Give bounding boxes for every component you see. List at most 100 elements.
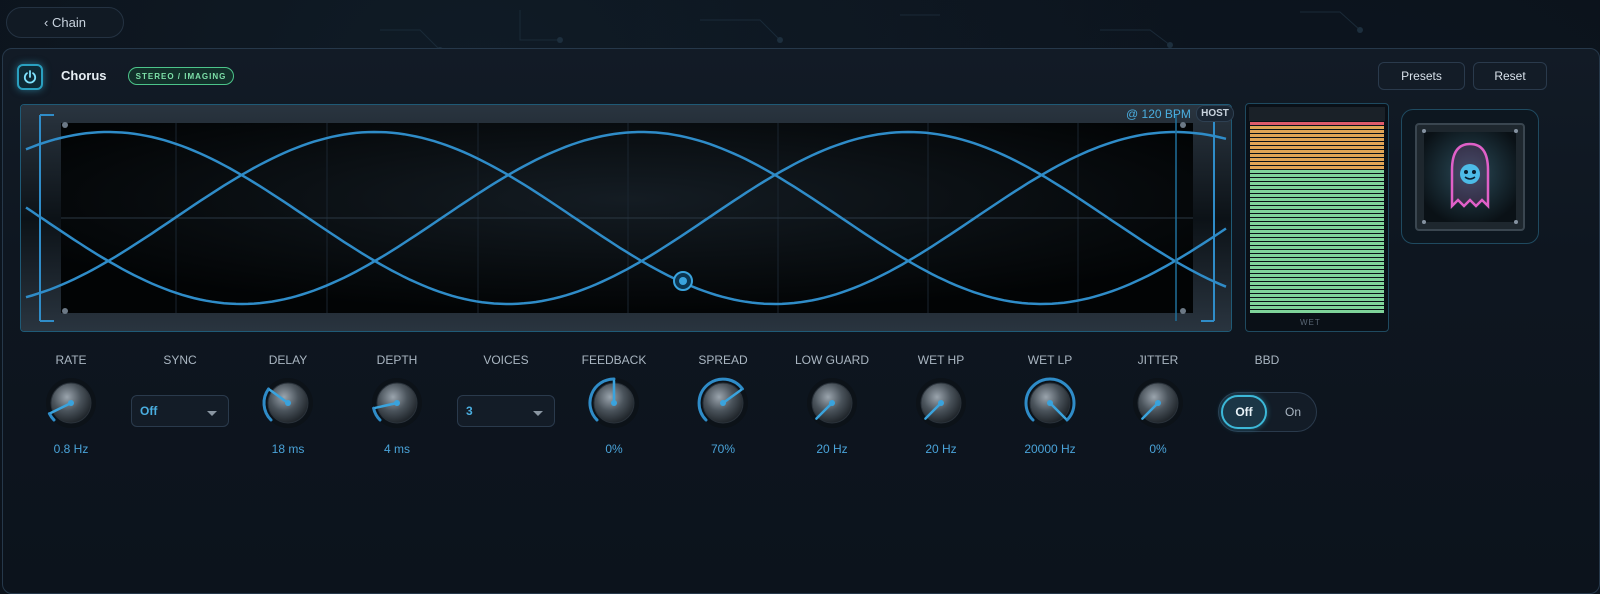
meter-segment — [1250, 154, 1384, 157]
meter-segment — [1250, 198, 1384, 201]
meter-segment — [1250, 238, 1384, 241]
jitter-value: 0% — [1149, 442, 1167, 456]
artwork-frame — [1415, 123, 1525, 231]
wet-hp-label: WET HP — [917, 353, 965, 367]
feedback-value: 0% — [605, 442, 623, 456]
meter-segment — [1250, 158, 1384, 161]
bbd-toggle[interactable]: Off On — [1218, 392, 1317, 432]
depth-value: 4 ms — [383, 442, 410, 456]
low-guard-knob[interactable] — [804, 375, 860, 431]
delay-knob[interactable] — [260, 375, 316, 431]
wet-hp-value: 20 Hz — [925, 442, 957, 456]
back-to-chain-button[interactable]: ‹ Chain — [6, 7, 124, 38]
sync-select[interactable]: Off — [131, 395, 229, 427]
knob-graphic — [1024, 377, 1076, 428]
rate-knob[interactable] — [43, 375, 99, 431]
bbd-off-option[interactable]: Off — [1221, 395, 1267, 429]
meter-segment — [1250, 210, 1384, 213]
meter-segment — [1250, 298, 1384, 301]
meter-segment — [1250, 130, 1384, 133]
meter-segment — [1250, 170, 1384, 173]
meter-segment — [1250, 258, 1384, 261]
lfo-phase-handle[interactable] — [673, 271, 693, 291]
voices-selected-value: 3 — [466, 404, 473, 418]
feedback-knob[interactable] — [586, 375, 642, 431]
knob-graphic — [588, 377, 639, 428]
meter-segment — [1250, 122, 1384, 125]
meter-segment — [1250, 250, 1384, 253]
meter-segment — [1250, 174, 1384, 177]
meter-segment — [1250, 246, 1384, 249]
voices-label: VOICES — [483, 353, 529, 367]
meter-segment — [1250, 230, 1384, 233]
meter-segment — [1250, 310, 1384, 313]
meter-segment — [1250, 206, 1384, 209]
depth-knob[interactable] — [369, 375, 425, 431]
lfo-scope — [20, 104, 1232, 332]
delay-value: 18 ms — [271, 442, 305, 456]
meter-segment — [1250, 150, 1384, 153]
presets-button[interactable]: Presets — [1378, 62, 1465, 90]
category-badge: STEREO / IMAGING — [128, 67, 234, 85]
wet-lp-label: WET LP — [1027, 353, 1073, 367]
meter-segment — [1250, 278, 1384, 281]
knob-graphic — [262, 378, 313, 428]
knob-graphic — [372, 378, 422, 428]
reset-button[interactable]: Reset — [1473, 62, 1547, 90]
meter-segment — [1250, 270, 1384, 273]
delay-label: DELAY — [268, 353, 308, 367]
host-sync-button[interactable]: HOST — [1196, 105, 1234, 122]
lfo-waveform-display — [21, 105, 1231, 331]
meter-segment — [1250, 214, 1384, 217]
meter-segment — [1250, 178, 1384, 181]
spread-knob[interactable] — [695, 375, 751, 431]
meter-segment — [1250, 242, 1384, 245]
meter-segment — [1250, 262, 1384, 265]
meter-segment — [1250, 306, 1384, 309]
knob-graphic — [46, 378, 96, 428]
chevron-down-icon — [532, 407, 544, 421]
tempo-readout: @ 120 BPM — [1126, 107, 1191, 121]
knob-graphic — [1133, 378, 1183, 428]
jitter-knob[interactable] — [1130, 375, 1186, 431]
bbd-on-option[interactable]: On — [1271, 395, 1315, 429]
sync-label: SYNC — [163, 353, 197, 367]
low-guard-label: LOW GUARD — [794, 353, 869, 367]
meter-segment — [1250, 290, 1384, 293]
meter-segment — [1250, 134, 1384, 137]
meter-segment — [1250, 302, 1384, 305]
meter-segment — [1250, 190, 1384, 193]
plugin-title: Chorus — [61, 68, 107, 83]
meter-segment — [1250, 126, 1384, 129]
meter-segment — [1250, 282, 1384, 285]
power-icon — [23, 70, 37, 84]
meter-segment — [1250, 166, 1384, 169]
knob-graphic — [916, 378, 966, 428]
knob-graphic — [697, 377, 748, 428]
preset-artwork — [1401, 109, 1539, 244]
bbd-label: BBD — [1254, 353, 1280, 367]
meter-segment — [1250, 138, 1384, 141]
voices-select[interactable]: 3 — [457, 395, 555, 427]
meter-segment — [1250, 182, 1384, 185]
meter-segment — [1250, 294, 1384, 297]
meter-segment — [1250, 254, 1384, 257]
meter-segment — [1250, 226, 1384, 229]
meter-segment — [1250, 266, 1384, 269]
meter-segment — [1250, 222, 1384, 225]
meter-segment — [1250, 186, 1384, 189]
depth-label: DEPTH — [376, 353, 418, 367]
wet-lp-knob[interactable] — [1022, 375, 1078, 431]
wet-hp-knob[interactable] — [913, 375, 969, 431]
meter-segment — [1250, 142, 1384, 145]
meter-segment — [1250, 234, 1384, 237]
spread-label: SPREAD — [698, 353, 748, 367]
chevron-down-icon — [206, 407, 218, 421]
meter-bars — [1249, 107, 1385, 313]
rate-label: RATE — [55, 353, 87, 367]
ghost-icon — [1450, 142, 1490, 210]
power-button[interactable] — [17, 64, 43, 90]
meter-label: WET — [1300, 318, 1321, 327]
rate-value: 0.8 Hz — [53, 442, 89, 456]
low-guard-value: 20 Hz — [816, 442, 848, 456]
